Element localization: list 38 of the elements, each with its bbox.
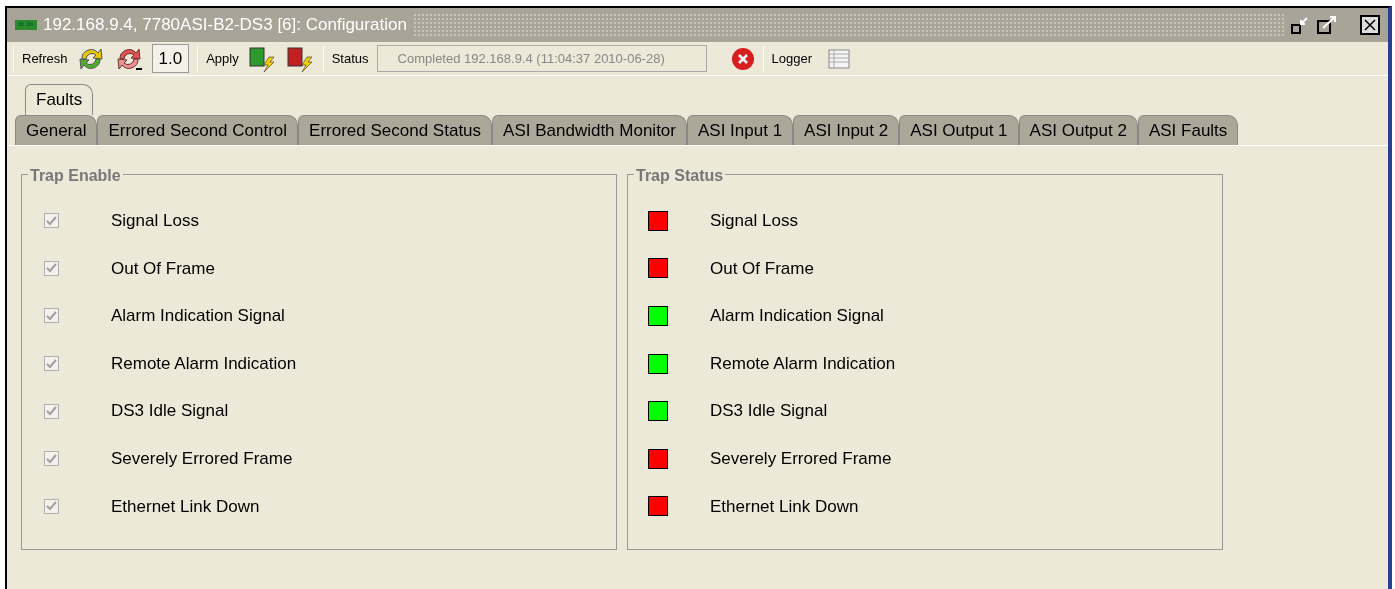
- status-label: Alarm Indication Signal: [710, 305, 884, 328]
- window-title: 192.168.9.4, 7780ASI-B2-DS3 [6]: Configuration: [43, 14, 407, 37]
- tab[interactable]: ASI Output 2: [1018, 114, 1138, 145]
- maximize-icon[interactable]: [1316, 15, 1338, 35]
- refresh-label: Refresh: [22, 49, 68, 68]
- interval-field[interactable]: 1.0: [151, 43, 190, 74]
- apply-icon[interactable]: [246, 44, 277, 73]
- tab[interactable]: ASI Input 1: [687, 114, 794, 145]
- close-icon[interactable]: [1360, 15, 1380, 35]
- tab[interactable]: ASI Input 2: [793, 114, 900, 145]
- apply-label: Apply: [206, 49, 239, 68]
- logger-label: Logger: [771, 49, 813, 68]
- status-label: Signal Loss: [710, 210, 798, 233]
- error-icon[interactable]: [730, 46, 755, 71]
- checkbox-label: Out Of Frame: [111, 257, 215, 280]
- apply-all-icon[interactable]: [284, 44, 315, 73]
- tab[interactable]: General: [15, 114, 98, 145]
- status-label: DS3 Idle Signal: [710, 400, 828, 423]
- status-label: Ethernet Link Down: [710, 495, 859, 518]
- restore-icon[interactable]: [1290, 15, 1310, 35]
- circuit-board-icon: [15, 19, 37, 31]
- tab[interactable]: ASI Output 1: [899, 114, 1019, 145]
- tab[interactable]: Faults: [25, 84, 94, 115]
- tab[interactable]: ASI Faults: [1137, 114, 1239, 145]
- checkbox-label: Alarm Indication Signal: [111, 305, 285, 328]
- checkbox-label: DS3 Idle Signal: [111, 400, 229, 423]
- status-label: Status: [331, 49, 369, 68]
- checkbox-label: Ethernet Link Down: [111, 495, 260, 518]
- checkbox-label: Remote Alarm Indication: [111, 352, 297, 375]
- tab[interactable]: Errored Second Status: [298, 114, 493, 145]
- checkbox-label: Severely Errored Frame: [111, 448, 293, 470]
- status-label: Remote Alarm Indication: [710, 352, 896, 375]
- tab[interactable]: Errored Second Control: [97, 114, 299, 145]
- status-field: Completed 192.168.9.4 (11:04:37 2010-06-28): [376, 44, 707, 73]
- status-label: Severely Errored Frame: [710, 448, 892, 470]
- status-label: Out Of Frame: [710, 257, 814, 280]
- checkbox-label: Signal Loss: [111, 210, 199, 233]
- tab[interactable]: ASI Bandwidth Monitor: [492, 114, 687, 145]
